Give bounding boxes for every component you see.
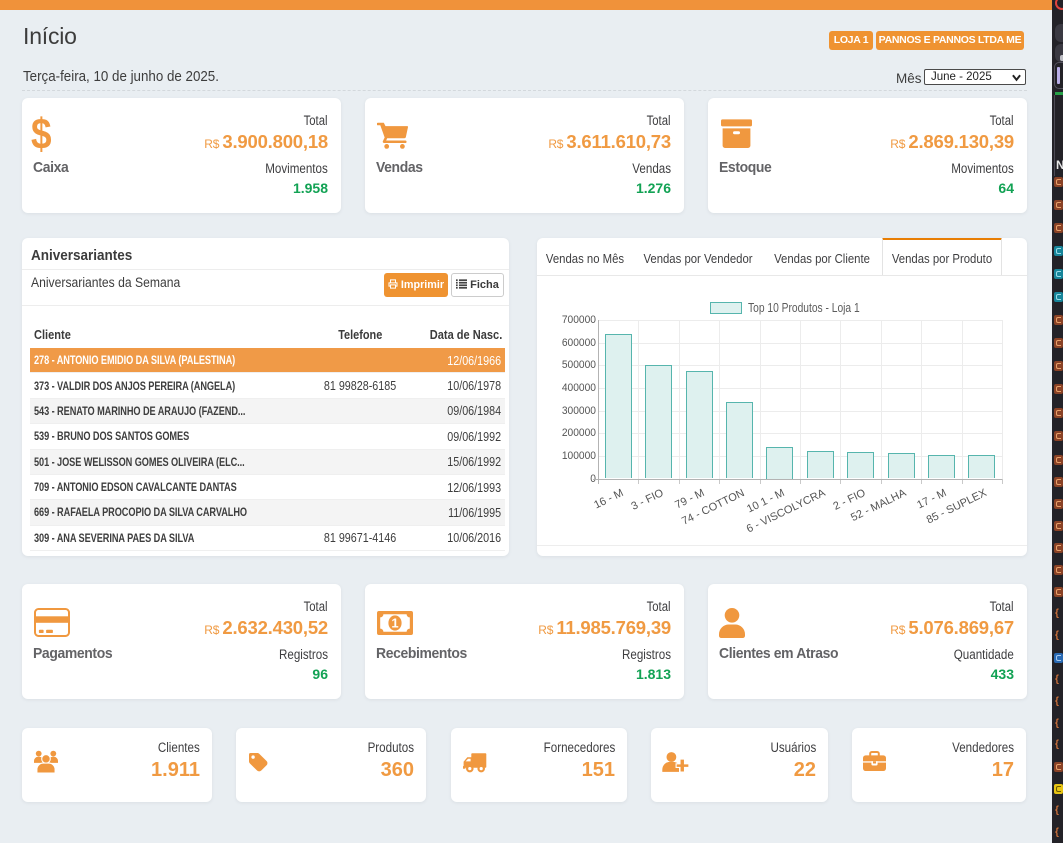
svg-text:1: 1: [391, 616, 398, 631]
